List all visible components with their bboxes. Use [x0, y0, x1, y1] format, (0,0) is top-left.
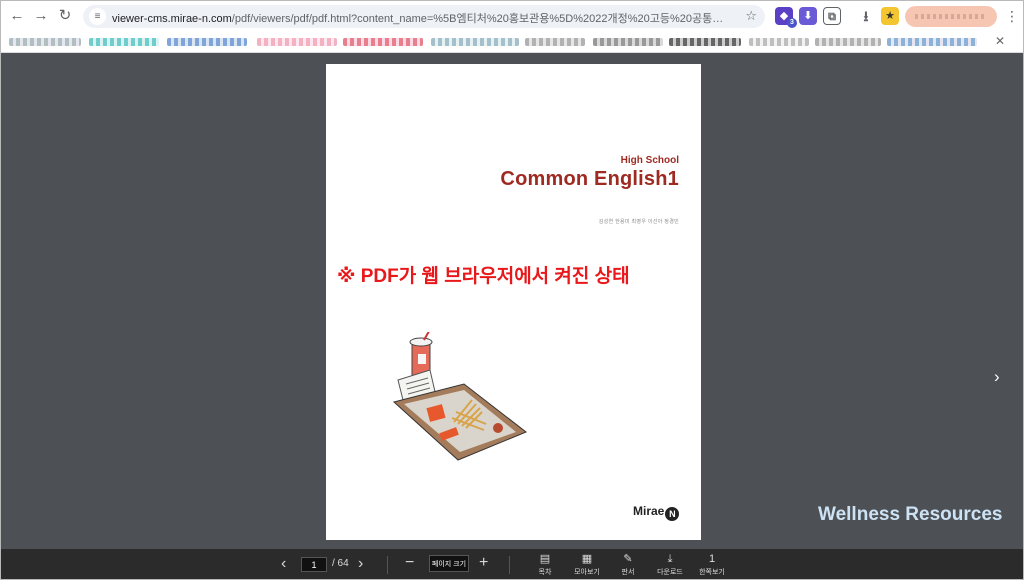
zoom-in-button[interactable]: +: [479, 554, 488, 572]
toc-icon: ▤: [539, 553, 551, 565]
pdf-page: High School Common English1 김성연 한용미 최영우 …: [326, 64, 701, 540]
draw-label: 판서: [621, 569, 635, 576]
download-icon: ⤓: [667, 553, 673, 565]
bookmark-item[interactable]: [89, 38, 159, 46]
cover-title: Common English1: [500, 168, 679, 190]
prev-page-button[interactable]: ‹: [281, 555, 286, 573]
bookmark-item[interactable]: [669, 38, 741, 46]
divider: [509, 556, 510, 574]
bookmarks-bar: ✕: [1, 32, 1023, 53]
extension-badge: 3: [787, 18, 797, 28]
download-label: 다운로드: [657, 569, 683, 576]
zoom-mode-select[interactable]: 페이지 크기: [429, 555, 469, 572]
downloads-icon[interactable]: ⭳: [857, 7, 875, 25]
grid-icon: ▦: [581, 553, 593, 565]
single-page-button[interactable]: 1 한쪽보기: [695, 552, 729, 577]
browser-window: ← → ↻ ≡ viewer-cms.mirae-n.com/pdf/viewe…: [0, 0, 1024, 580]
single-page-icon: 1: [708, 553, 716, 565]
download-button[interactable]: ⤓ 다운로드: [653, 552, 687, 577]
profile-button[interactable]: [905, 6, 997, 27]
single-page-label: 한쪽보기: [699, 569, 725, 576]
pdf-viewer: High School Common English1 김성연 한용미 최영우 …: [1, 53, 1023, 549]
next-page-arrow-icon[interactable]: ›: [994, 367, 1000, 387]
url-host: viewer-cms.mirae-n.com: [112, 13, 232, 25]
publisher-mark: N: [665, 507, 680, 521]
bookmark-item[interactable]: [525, 38, 585, 46]
extension-icon[interactable]: ◆ 3: [775, 7, 797, 28]
zoom-out-button[interactable]: −: [405, 554, 414, 572]
toc-button[interactable]: ▤ 목차: [528, 552, 562, 577]
extension-yellow-icon[interactable]: ★: [881, 7, 899, 25]
url-text[interactable]: viewer-cms.mirae-n.com/pdf/viewers/pdf/p…: [112, 10, 732, 26]
page-number-input[interactable]: 1: [301, 557, 327, 572]
divider: [387, 556, 388, 574]
extension-download-icon[interactable]: ⬇: [799, 7, 817, 25]
close-icon[interactable]: ✕: [995, 34, 1005, 48]
browser-toolbar: ← → ↻ ≡ viewer-cms.mirae-n.com/pdf/viewe…: [1, 1, 1023, 32]
viewer-bottom-bar: ‹ 1 / 64 › − 페이지 크기 + ▤ 목차 ▦ 모아보기 ✎ 판서 ⤓…: [1, 549, 1023, 579]
total-pages: / 64: [332, 558, 349, 569]
cover-authors: 김성연 한용미 최영우 이선아 정경민: [598, 219, 679, 225]
publisher-name: Mirae: [633, 504, 665, 518]
annotation-text: ※ PDF가 웹 브라우저에서 켜진 상태: [337, 266, 630, 287]
bookmark-item[interactable]: [257, 38, 337, 46]
bookmark-star-icon[interactable]: ☆: [745, 8, 757, 24]
bookmark-item[interactable]: [167, 38, 247, 46]
publisher-logo: Mirae N: [633, 504, 680, 521]
reload-icon[interactable]: ↻: [55, 6, 75, 26]
watermark-text: Wellness Resources: [818, 504, 1003, 525]
cover-subtitle: High School: [620, 155, 679, 166]
bookmark-item[interactable]: [9, 38, 81, 46]
bookmark-item[interactable]: [431, 38, 519, 46]
next-page-button[interactable]: ›: [358, 555, 363, 573]
bookmark-item[interactable]: [343, 38, 423, 46]
bookmark-item[interactable]: [593, 38, 663, 46]
toc-label: 목차: [538, 569, 552, 576]
thumbnails-button[interactable]: ▦ 모아보기: [570, 552, 604, 577]
back-icon[interactable]: ←: [7, 6, 27, 26]
food-tray-illustration: [392, 332, 527, 461]
pen-icon: ✎: [623, 553, 633, 565]
bookmark-item[interactable]: [815, 38, 881, 46]
thumbnails-label: 모아보기: [574, 569, 600, 576]
address-bar[interactable]: ≡ viewer-cms.mirae-n.com/pdf/viewers/pdf…: [83, 5, 765, 28]
url-path: /pdf/viewers/pdf/pdf.html?content_name=%…: [231, 13, 732, 25]
bookmark-item[interactable]: [749, 38, 809, 46]
extensions-puzzle-icon[interactable]: ⧉: [823, 7, 841, 25]
draw-button[interactable]: ✎ 판서: [611, 552, 645, 577]
site-settings-icon[interactable]: ≡: [89, 8, 106, 25]
bookmark-item[interactable]: [887, 38, 977, 46]
chrome-menu-icon[interactable]: ⋮: [1005, 6, 1019, 26]
forward-icon[interactable]: →: [31, 6, 51, 26]
